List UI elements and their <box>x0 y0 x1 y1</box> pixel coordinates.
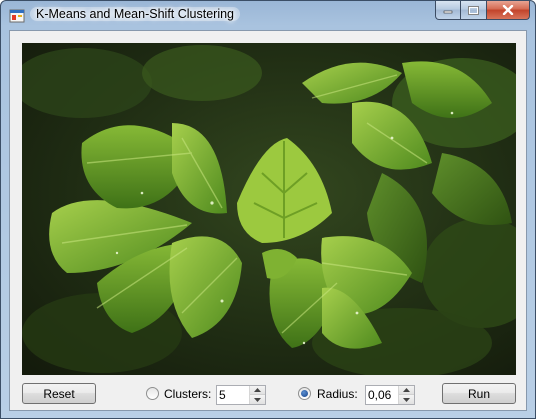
client-area: Reset Clusters: Radius: <box>9 30 527 411</box>
close-icon <box>502 5 514 15</box>
radius-down-button[interactable] <box>399 395 414 404</box>
close-button[interactable] <box>487 1 530 20</box>
reset-button[interactable]: Reset <box>22 383 96 404</box>
maximize-icon <box>468 5 479 15</box>
clusters-label: Clusters: <box>164 387 212 401</box>
chevron-down-icon <box>403 397 410 402</box>
window-title: K-Means and Mean-Shift Clustering <box>30 7 241 21</box>
chevron-up-icon <box>403 388 410 392</box>
clusters-up-button[interactable] <box>250 386 265 395</box>
minimize-icon <box>443 10 453 14</box>
windows-forms-icon[interactable] <box>9 8 25 24</box>
chevron-down-icon <box>254 397 261 402</box>
image-picture-box <box>22 43 516 375</box>
leaves-image <box>22 43 516 375</box>
maximize-button[interactable] <box>461 1 487 20</box>
caption-buttons <box>435 1 530 21</box>
clusters-input[interactable] <box>217 386 250 404</box>
clusters-radio[interactable] <box>146 387 159 400</box>
run-button[interactable]: Run <box>442 383 516 404</box>
radius-label: Radius: <box>317 387 358 401</box>
app-window: K-Means and Mean-Shift Clustering Reset … <box>0 0 536 419</box>
radius-radio[interactable] <box>298 387 311 400</box>
radius-spin-buttons[interactable] <box>398 386 414 404</box>
minimize-button[interactable] <box>435 1 461 20</box>
chevron-up-icon <box>254 388 261 392</box>
clusters-down-button[interactable] <box>250 395 265 404</box>
radius-input[interactable] <box>366 386 399 404</box>
title-bar[interactable]: K-Means and Mean-Shift Clustering <box>1 1 535 29</box>
clusters-spin-buttons[interactable] <box>249 386 265 404</box>
radius-spinner[interactable] <box>365 385 415 405</box>
clusters-spinner[interactable] <box>216 385 266 405</box>
radius-up-button[interactable] <box>399 386 414 395</box>
